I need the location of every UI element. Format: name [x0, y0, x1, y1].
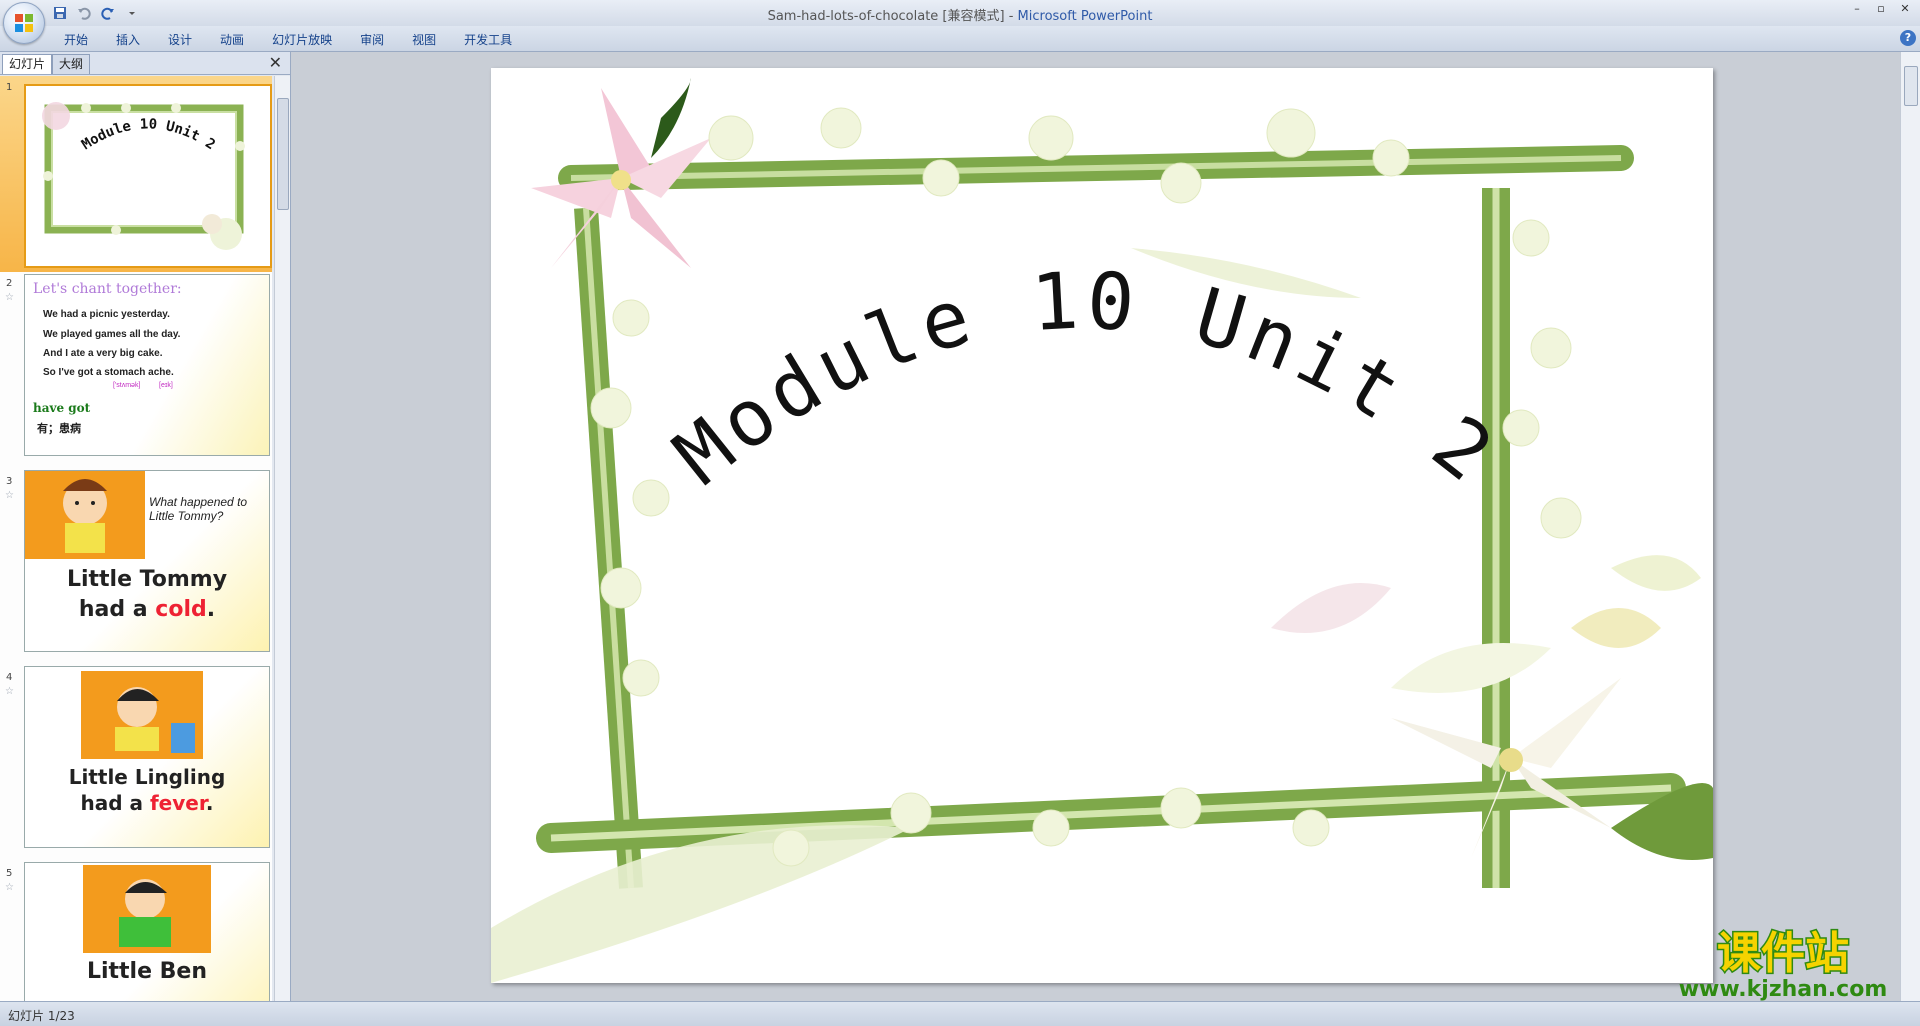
thumb-phonetic: [eɪk] — [159, 382, 173, 389]
tab-design[interactable]: 设计 — [154, 29, 206, 50]
slide-preview: What happened to Little Tommy? Little To… — [24, 470, 270, 652]
thumb-line1: Little Tommy — [66, 567, 228, 592]
cartoon-boy-image — [83, 865, 211, 953]
scrollbar-thumb[interactable] — [277, 98, 289, 210]
thumb-line: We had a picnic yesterday. — [43, 309, 170, 320]
minimize-button[interactable]: – — [1846, 2, 1868, 16]
help-icon[interactable]: ? — [1900, 30, 1916, 46]
office-logo-icon — [15, 14, 33, 32]
slides-pane: 幻灯片 大纲 ✕ 1 Module 10 Unit 2 2 ☆ Let's ch… — [0, 52, 291, 1001]
cartoon-boy-image — [25, 471, 145, 559]
slide-number: 3 — [6, 476, 13, 487]
thumb-line: So I've got a stomach ache. — [43, 367, 174, 378]
scrollbar-thumb[interactable] — [1904, 66, 1918, 106]
animation-star-icon: ☆ — [5, 686, 14, 697]
close-pane-button[interactable]: ✕ — [269, 53, 282, 72]
tab-slides[interactable]: 幻灯片 — [2, 54, 53, 74]
slide-number: 1 — [6, 82, 13, 93]
slide-thumbnail-3[interactable]: 3 ☆ What happened to Little Tommy? Littl… — [0, 470, 272, 666]
svg-text:Module 10 Unit 2: Module 10 Unit 2 — [79, 116, 218, 153]
thumb-line2-keyword: cold — [155, 597, 207, 622]
tab-outline[interactable]: 大纲 — [52, 54, 91, 74]
watermark-logo: 课件站 www.kjzhan.com — [1668, 920, 1898, 1004]
thumb-line2: had a cold. — [25, 597, 269, 622]
slide-thumbnail-list: 1 Module 10 Unit 2 2 ☆ Let's chant toget… — [0, 76, 272, 1001]
slide-editing-area: Module 10 Unit 2 — [291, 52, 1900, 1001]
pane-tabs: 幻灯片 大纲 ✕ — [0, 52, 290, 75]
current-slide[interactable]: Module 10 Unit 2 — [491, 68, 1713, 983]
slide-number: 2 — [6, 278, 13, 289]
thumb-question: What happened to Little Tommy? — [149, 495, 248, 523]
thumb-line2-keyword: fever — [149, 791, 206, 815]
slide-number: 4 — [6, 672, 13, 683]
animation-star-icon: ☆ — [5, 882, 14, 893]
slide-thumbnail-5[interactable]: 5 ☆ Little Ben — [0, 862, 272, 1001]
thumb-line1: Little Ben — [86, 959, 208, 984]
title-separator: - — [1004, 9, 1018, 24]
slide-number: 5 — [6, 868, 13, 879]
title-bar: Sam-had-lots-of-chocolate [兼容模式] - Micro… — [0, 0, 1920, 44]
cartoon-girl-image — [81, 671, 203, 759]
document-name: Sam-had-lots-of-chocolate [兼容模式] — [767, 9, 1005, 24]
thumb-title: Module 10 Unit 2 — [79, 116, 218, 153]
animation-star-icon: ☆ — [5, 490, 14, 501]
application-name: Microsoft PowerPoint — [1017, 9, 1153, 24]
tab-developer[interactable]: 开发工具 — [450, 29, 526, 50]
ribbon: 开始 插入 设计 动画 幻灯片放映 审阅 视图 开发工具 ? — [0, 26, 1920, 52]
thumb-line2-end: . — [205, 791, 214, 815]
office-button[interactable] — [3, 2, 45, 44]
thumb-phonetic: ['stʌmək] — [113, 382, 141, 389]
watermark-url-text: www.kjzhan.com — [1679, 977, 1888, 1002]
thumb-term: have got — [33, 401, 91, 415]
flower-frame-image: Module 10 Unit 2 — [491, 68, 1713, 983]
thumb-line2-a: had a — [80, 791, 150, 815]
thumb-heading: Let's chant together: — [33, 281, 182, 297]
tab-animations[interactable]: 动画 — [206, 29, 258, 50]
thumb-line: We played games all the day. — [43, 329, 181, 340]
thumb-term-cn: 有；患病 — [37, 423, 81, 435]
slide-preview: Let's chant together: We had a picnic ye… — [24, 274, 270, 456]
flower-frame-thumb-image: Module 10 Unit 2 — [42, 102, 245, 250]
slide-preview: Little Lingling had a fever. — [24, 666, 270, 848]
thumb-line2-a: had a — [78, 597, 156, 622]
thumbnail-scrollbar[interactable] — [274, 76, 290, 1001]
tab-home[interactable]: 开始 — [50, 29, 102, 50]
thumb-line1: Little Lingling — [68, 765, 226, 789]
ribbon-tabs: 开始 插入 设计 动画 幻灯片放映 审阅 视图 开发工具 — [50, 29, 526, 50]
animation-star-icon: ☆ — [5, 292, 14, 303]
thumb-line: And I ate a very big cake. — [43, 348, 163, 359]
status-bar: 幻灯片 1/23 — [0, 1001, 1920, 1026]
slide-preview: Module 10 Unit 2 — [24, 84, 272, 268]
watermark-cn-text: 课件站 — [1717, 928, 1849, 979]
slide-thumbnail-2[interactable]: 2 ☆ Let's chant together: We had a picni… — [0, 272, 272, 456]
maximize-button[interactable]: ▫ — [1870, 2, 1892, 16]
close-window-button[interactable]: ✕ — [1894, 2, 1916, 16]
tab-view[interactable]: 视图 — [398, 29, 450, 50]
slide-thumbnail-1[interactable]: 1 Module 10 Unit 2 — [0, 76, 272, 272]
slide-scrollbar[interactable] — [1900, 52, 1920, 1001]
slide-preview: Little Ben — [24, 862, 270, 1001]
window-controls: – ▫ ✕ — [1846, 2, 1916, 16]
window-title: Sam-had-lots-of-chocolate [兼容模式] - Micro… — [0, 5, 1920, 24]
slide-counter: 幻灯片 1/23 — [8, 1009, 75, 1023]
thumb-line2: had a fever. — [25, 791, 269, 815]
thumb-line2-end: . — [206, 597, 216, 622]
tab-slideshow[interactable]: 幻灯片放映 — [258, 29, 346, 50]
tab-review[interactable]: 审阅 — [346, 29, 398, 50]
tab-insert[interactable]: 插入 — [102, 29, 154, 50]
slide-thumbnail-4[interactable]: 4 ☆ Little Lingling had a fever. — [0, 666, 272, 862]
